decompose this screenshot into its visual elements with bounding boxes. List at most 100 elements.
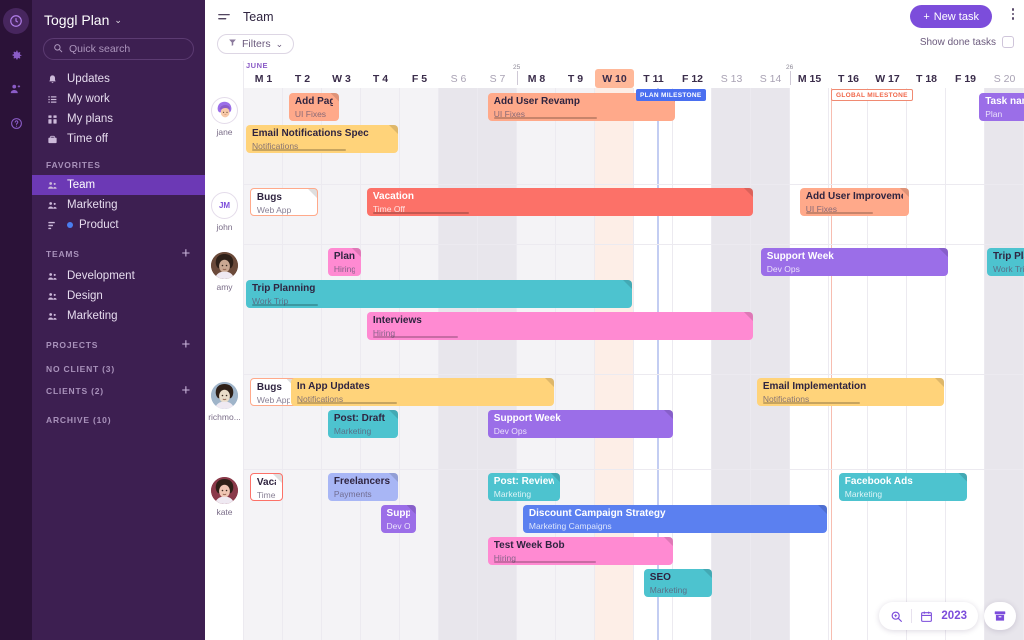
sidebar-item-my-plans[interactable]: My plans bbox=[32, 109, 205, 129]
sidebar-item-design[interactable]: Design bbox=[32, 286, 205, 306]
sidebar-item-team[interactable]: Team bbox=[32, 175, 205, 195]
search-input[interactable]: Quick search bbox=[43, 38, 194, 60]
sidebar-item-development[interactable]: Development bbox=[32, 266, 205, 286]
task-card[interactable]: Interviews Hiring bbox=[366, 312, 753, 340]
task-card[interactable]: Add User ImprovementUI Fixes bbox=[799, 188, 909, 216]
task-card[interactable]: Support Dev Ops bbox=[380, 505, 416, 533]
task-card[interactable]: VacationTime Off bbox=[249, 473, 283, 501]
grid-column[interactable] bbox=[673, 88, 712, 640]
person-row-kate[interactable]: kate bbox=[205, 477, 244, 517]
new-task-button[interactable]: + New task bbox=[910, 5, 992, 28]
avatar[interactable] bbox=[211, 382, 238, 409]
task-card[interactable]: Task name Plan bbox=[979, 93, 1024, 121]
collapse-panel-icon[interactable] bbox=[217, 10, 231, 24]
day-header-m8[interactable]: M 8 bbox=[517, 69, 556, 88]
grid-column[interactable] bbox=[946, 88, 985, 640]
grid-column[interactable] bbox=[712, 88, 751, 640]
avatar[interactable] bbox=[211, 477, 238, 504]
person-row-amy[interactable]: amy bbox=[205, 252, 244, 292]
zoom-and-date-control[interactable]: 2023 bbox=[879, 602, 978, 630]
sidebar-item-time-off[interactable]: Time off bbox=[32, 129, 205, 149]
task-card[interactable]: SEO Marketing bbox=[643, 569, 712, 597]
calendar-icon[interactable] bbox=[920, 610, 933, 623]
task-card[interactable]: Email Notifications Spec Notifications bbox=[246, 125, 398, 153]
day-header-s13[interactable]: S 13 bbox=[712, 69, 751, 88]
grid-column[interactable] bbox=[790, 88, 829, 640]
day-header-w3[interactable]: W 3 bbox=[322, 69, 361, 88]
task-card[interactable]: Test Week Bob Hiring bbox=[487, 537, 673, 565]
task-card[interactable]: Discount Campaign Strategy Marketing Camp… bbox=[522, 505, 827, 533]
task-card[interactable]: Facebook Ads Marketing bbox=[838, 473, 968, 501]
task-card[interactable]: Post: Review Marketing bbox=[487, 473, 560, 501]
help-icon[interactable] bbox=[3, 110, 29, 136]
day-header-t18[interactable]: T 18 bbox=[907, 69, 946, 88]
settings-gear-icon[interactable] bbox=[3, 42, 29, 68]
no-client-group[interactable]: NO CLIENT (3) bbox=[32, 357, 205, 374]
day-header-f5[interactable]: F 5 bbox=[400, 69, 439, 88]
task-card[interactable]: Freelancers Payments bbox=[327, 473, 398, 501]
avatar[interactable] bbox=[211, 97, 238, 124]
avatar[interactable]: JM bbox=[211, 192, 238, 219]
day-header-w10[interactable]: W 10 bbox=[595, 69, 634, 88]
task-card[interactable]: VacationTime Off bbox=[366, 188, 753, 216]
zoom-in-icon[interactable] bbox=[890, 610, 903, 623]
show-done-tasks-toggle[interactable]: Show done tasks bbox=[920, 36, 1014, 48]
grid-column[interactable] bbox=[322, 88, 361, 640]
milestone-global[interactable]: GLOBAL MILESTONE bbox=[831, 89, 913, 101]
grid-column[interactable] bbox=[283, 88, 322, 640]
add-team-button[interactable]: + bbox=[181, 246, 191, 261]
year-label[interactable]: 2023 bbox=[941, 610, 967, 622]
task-card[interactable]: Bugs Web App bbox=[249, 378, 297, 406]
archive-group[interactable]: ARCHIVE (10) bbox=[32, 403, 205, 425]
brand-switcher[interactable]: Toggl Plan ⌄ bbox=[32, 0, 205, 38]
task-card[interactable]: Trip Planning Work Trip bbox=[246, 280, 632, 308]
day-header-s14[interactable]: S 14 bbox=[751, 69, 790, 88]
show-done-checkbox[interactable] bbox=[1002, 36, 1014, 48]
toggl-logo-icon[interactable] bbox=[3, 8, 29, 34]
grid-column[interactable] bbox=[829, 88, 868, 640]
person-row-richmo[interactable]: richmo... bbox=[205, 382, 244, 422]
task-card[interactable]: Trip Plan Work Trip bbox=[987, 248, 1024, 276]
sidebar-item-marketing[interactable]: Marketing bbox=[32, 195, 205, 215]
day-header-s6[interactable]: S 6 bbox=[439, 69, 478, 88]
day-header-s20[interactable]: S 20 bbox=[985, 69, 1024, 88]
task-card[interactable]: Support Week Dev Ops bbox=[760, 248, 948, 276]
person-row-jane[interactable]: jane bbox=[205, 97, 244, 137]
day-header-t9[interactable]: T 9 bbox=[556, 69, 595, 88]
sidebar-item-marketing[interactable]: Marketing bbox=[32, 306, 205, 326]
person-row-john[interactable]: JM john bbox=[205, 192, 244, 232]
sidebar-item-updates[interactable]: Updates bbox=[32, 69, 205, 89]
milestone-plan[interactable]: PLAN MILESTONE bbox=[636, 89, 706, 101]
add-client-button[interactable]: + bbox=[181, 383, 191, 398]
day-header-m15[interactable]: M 15 bbox=[790, 69, 829, 88]
day-header-f12[interactable]: F 12 bbox=[673, 69, 712, 88]
day-header-t2[interactable]: T 2 bbox=[283, 69, 322, 88]
kebab-menu-icon[interactable] bbox=[1011, 8, 1014, 20]
task-card[interactable]: Bugs Web App bbox=[249, 188, 319, 216]
grid-column[interactable] bbox=[244, 88, 283, 640]
task-card[interactable]: In App Updates Notifications bbox=[290, 378, 554, 406]
task-card[interactable]: Support Week Dev Ops bbox=[487, 410, 673, 438]
day-header-s7[interactable]: S 7 bbox=[478, 69, 517, 88]
task-card[interactable]: Plant Hiring bbox=[327, 248, 361, 276]
timeline-grid[interactable]: Add PageUI FixesAdd User RevampUI FixesE… bbox=[205, 88, 1024, 640]
day-header-t4[interactable]: T 4 bbox=[361, 69, 400, 88]
task-card[interactable]: Add Page UI Fixes bbox=[288, 93, 340, 121]
grid-column[interactable] bbox=[751, 88, 790, 640]
task-card[interactable]: Post: Draft Marketing bbox=[327, 410, 398, 438]
day-header-t11[interactable]: T 11 bbox=[634, 69, 673, 88]
day-header-f19[interactable]: F 19 bbox=[946, 69, 985, 88]
filters-button[interactable]: Filters ⌄ bbox=[217, 34, 295, 54]
task-card[interactable]: Email Implementation Notifications bbox=[756, 378, 944, 406]
clients-title[interactable]: CLIENTS (2) bbox=[46, 386, 104, 396]
archive-button[interactable] bbox=[984, 602, 1016, 630]
grid-column[interactable] bbox=[361, 88, 400, 640]
sidebar-item-product[interactable]: Product bbox=[32, 215, 205, 235]
add-project-button[interactable]: + bbox=[181, 337, 191, 352]
grid-column[interactable] bbox=[400, 88, 439, 640]
invite-person-icon[interactable] bbox=[3, 76, 29, 102]
grid-column[interactable] bbox=[985, 88, 1024, 640]
day-header-w17[interactable]: W 17 bbox=[868, 69, 907, 88]
grid-column[interactable] bbox=[907, 88, 946, 640]
grid-column[interactable] bbox=[439, 88, 478, 640]
